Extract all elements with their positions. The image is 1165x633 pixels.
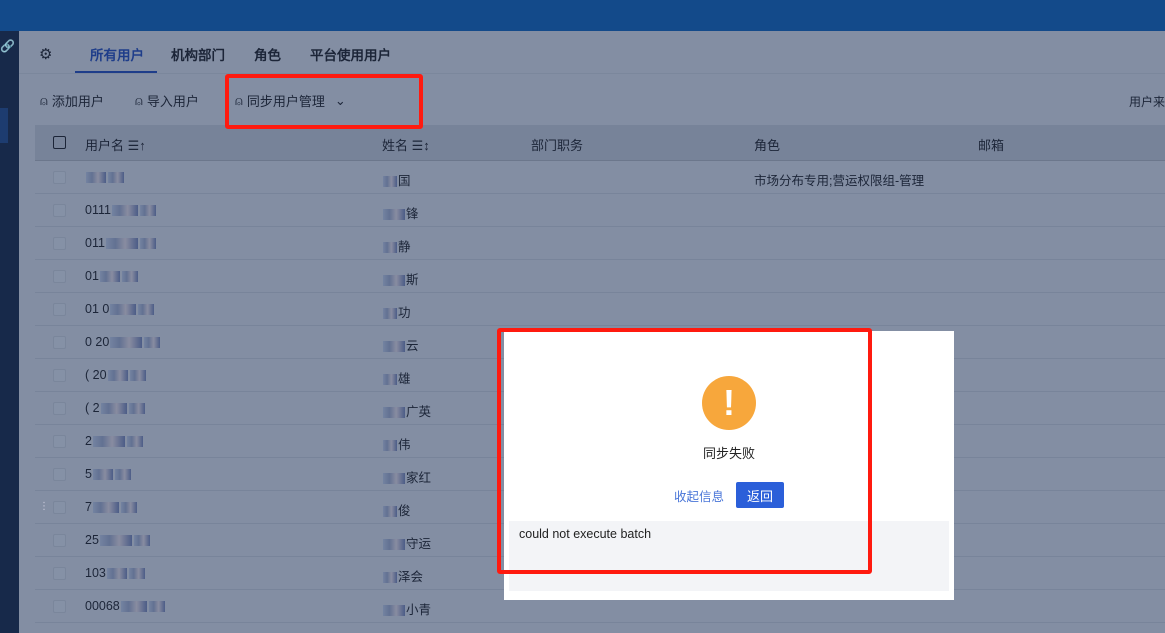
tab-all-users[interactable]: 所有用户 (90, 44, 144, 64)
active-tab-indicator (75, 71, 157, 73)
username-cell: 01 (85, 269, 139, 283)
row-checkbox[interactable] (53, 171, 66, 184)
tab-departments[interactable]: 机构部门 (171, 44, 225, 64)
user-import-icon: ⍝ (135, 92, 143, 108)
username-cell: 5 (85, 467, 132, 481)
link-icon[interactable]: 🔗 (0, 39, 15, 53)
row-checkbox[interactable] (53, 468, 66, 481)
name-cell: 泽会 (382, 566, 423, 585)
select-all-checkbox[interactable] (53, 136, 66, 149)
row-checkbox[interactable] (53, 501, 66, 514)
table-header: 用户名 ☰↑ 姓名 ☰↕ 部门职务 角色 邮箱 (35, 125, 1165, 161)
username-cell: 00068 (85, 599, 166, 613)
row-checkbox[interactable] (53, 303, 66, 316)
row-checkbox[interactable] (53, 567, 66, 580)
username-cell: 2 (85, 434, 144, 448)
username-cell (85, 170, 125, 184)
row-checkbox[interactable] (53, 369, 66, 382)
name-cell: 小青 (382, 599, 431, 618)
name-cell: 国 (382, 170, 411, 189)
name-cell: 伟 (382, 434, 411, 453)
name-cell: 静 (382, 236, 411, 255)
name-cell: 广英 (382, 401, 431, 420)
user-add-icon: ⍝ (40, 92, 48, 108)
name-cell: 雄 (382, 368, 411, 387)
table-row[interactable]: 01 0 功 (35, 293, 1165, 326)
tab-platform-users[interactable]: 平台使用用户 (310, 44, 391, 64)
row-checkbox[interactable] (53, 402, 66, 415)
username-cell: 103 (85, 566, 146, 580)
tab-bar: ⚙ 所有用户 机构部门 角色 平台使用用户 (19, 31, 1165, 74)
sidebar-selected-item[interactable] (0, 108, 8, 143)
name-cell: 功 (382, 302, 411, 321)
name-cell: 家红 (382, 467, 431, 486)
username-cell: ( 20 (85, 368, 147, 382)
table-row[interactable]: 01 斯 (35, 260, 1165, 293)
row-checkbox[interactable] (53, 270, 66, 283)
table-row[interactable]: 011 静 (35, 227, 1165, 260)
role-cell: 市场分布专用;营运权限组-管理 (754, 174, 925, 188)
name-cell: 俊 (382, 500, 411, 519)
table-row[interactable]: 国 市场分布专用;营运权限组-管理 (35, 161, 1165, 194)
row-checkbox[interactable] (53, 534, 66, 547)
username-cell: ( 2 (85, 401, 146, 415)
row-checkbox[interactable] (53, 336, 66, 349)
username-cell: 0 20 (85, 335, 161, 349)
tab-roles[interactable]: 角色 (254, 44, 281, 64)
username-cell: 7 (85, 500, 138, 514)
gear-icon[interactable]: ⚙ (39, 45, 52, 63)
row-checkbox[interactable] (53, 237, 66, 250)
col-role: 角色 (754, 138, 781, 153)
name-cell: 斯 (382, 269, 419, 288)
row-checkbox[interactable] (53, 204, 66, 217)
highlight-dialog (497, 328, 872, 574)
name-cell: 守运 (382, 533, 431, 552)
col-name[interactable]: 姓名 ☰↕ (382, 135, 430, 154)
import-user-label: 导入用户 (146, 94, 199, 109)
col-dept: 部门职务 (531, 138, 584, 153)
col-email: 邮箱 (978, 138, 1005, 153)
highlight-sync-button (225, 74, 423, 129)
username-cell: 01 0 (85, 302, 155, 316)
add-user-label: 添加用户 (51, 94, 104, 109)
name-cell: 云 (382, 335, 419, 354)
row-checkbox[interactable] (53, 435, 66, 448)
row-checkbox[interactable] (53, 600, 66, 613)
username-cell: 25 (85, 533, 151, 547)
username-cell: 0111 (85, 203, 157, 217)
col-username[interactable]: 用户名 ☰↑ (85, 135, 146, 154)
top-bar (0, 0, 1165, 31)
sidebar: 🔗 (0, 31, 19, 633)
user-source-filter[interactable]: 用户来 (1129, 93, 1165, 110)
table-row[interactable]: 0111 锋 (35, 194, 1165, 227)
username-cell: 011 (85, 236, 157, 250)
import-user-button[interactable]: ⍝ 导入用户 (135, 91, 199, 110)
resize-handle[interactable]: ⋮ (39, 501, 49, 512)
add-user-button[interactable]: ⍝ 添加用户 (40, 91, 104, 110)
name-cell: 锋 (382, 203, 419, 222)
